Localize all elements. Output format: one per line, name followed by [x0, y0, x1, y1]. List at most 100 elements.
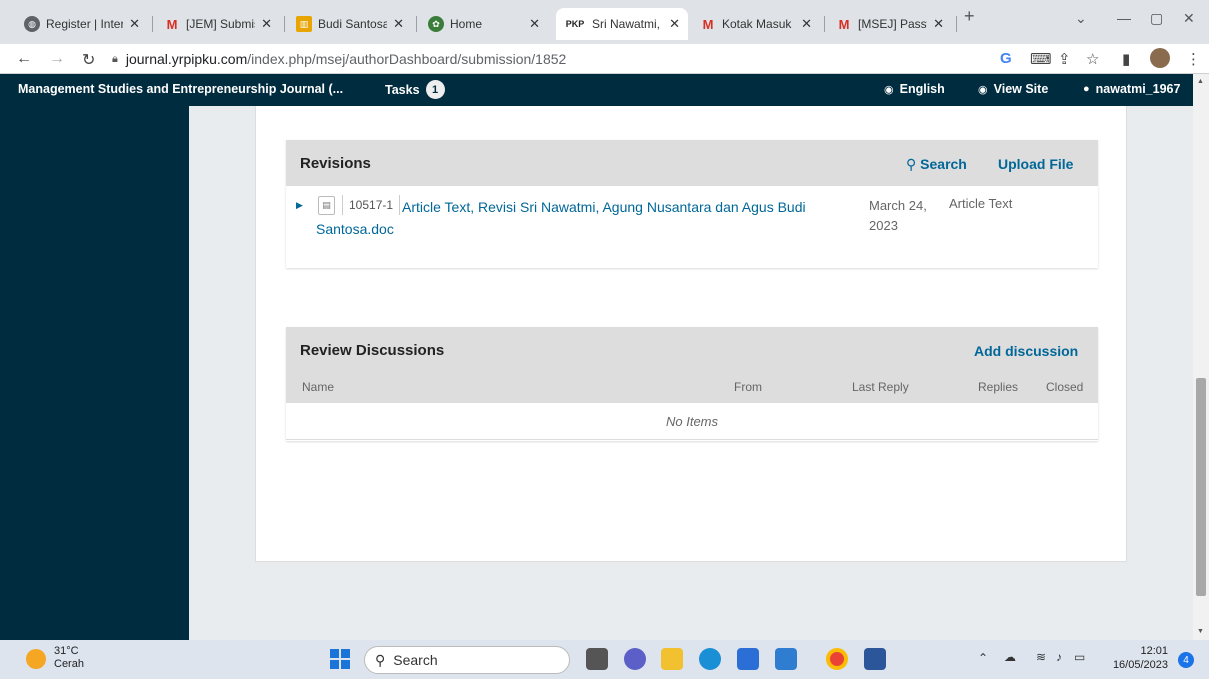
- weather-sun-icon[interactable]: [26, 649, 46, 669]
- doc-file-icon: ▤: [318, 196, 335, 215]
- user-icon: ●: [1083, 83, 1090, 95]
- language-menu[interactable]: ◉ English: [884, 82, 945, 96]
- gmail-icon: M: [702, 16, 714, 32]
- globe-icon: ◍: [24, 16, 40, 32]
- file-type: Article Text: [949, 196, 1013, 211]
- back-icon[interactable]: ←: [16, 50, 32, 68]
- browser-tab[interactable]: M [MSEJ] Passwo ✕: [828, 8, 952, 40]
- file-explorer-icon[interactable]: [661, 648, 683, 670]
- gmail-icon: M: [838, 16, 850, 32]
- app-header: Management Studies and Entrepreneurship …: [0, 74, 1193, 106]
- file-row: ▶ Article Text, Revisi Sri Nawatmi, Agun…: [286, 186, 1098, 268]
- translate-icon[interactable]: ⌨: [1030, 50, 1052, 68]
- column-header-from: From: [734, 380, 762, 394]
- app-icon[interactable]: [775, 648, 797, 670]
- close-tab-icon[interactable]: ✕: [801, 16, 812, 32]
- sidebar: [0, 106, 189, 640]
- column-header-name: Name: [302, 380, 335, 394]
- tasks-menu[interactable]: Tasks 1: [385, 80, 445, 99]
- tasks-count-badge: 1: [425, 80, 445, 99]
- column-header-row: Name From Last Reply Replies Closed: [286, 373, 1098, 403]
- google-icon[interactable]: G: [1000, 50, 1012, 67]
- review-discussions-title: Review Discussions: [300, 342, 445, 359]
- user-menu[interactable]: ● nawatmi_1967: [1083, 82, 1180, 96]
- url-input[interactable]: 🔒︎ journal.yrpipku.com/index.php/msej/au…: [112, 48, 972, 70]
- add-discussion-button[interactable]: Add discussion: [974, 343, 1078, 359]
- close-window-icon[interactable]: ✕: [1183, 10, 1195, 27]
- revisions-grid: Revisions ⚲ Search Upload File ▶ Article…: [286, 140, 1098, 268]
- tasks-label: Tasks: [385, 82, 420, 97]
- store-icon[interactable]: [737, 648, 759, 670]
- browser-tab[interactable]: ✿ Home ✕: [420, 8, 548, 40]
- task-view-icon[interactable]: [586, 648, 608, 670]
- journal-title[interactable]: Management Studies and Entrepreneurship …: [18, 82, 343, 96]
- book-icon: ▥: [296, 16, 312, 32]
- volume-icon[interactable]: ♪: [1056, 650, 1062, 664]
- upload-file-button[interactable]: Upload File: [998, 156, 1073, 172]
- scroll-down-icon[interactable]: ▼: [1197, 628, 1204, 635]
- windows-start-icon[interactable]: [330, 649, 350, 669]
- close-tab-icon[interactable]: ✕: [669, 16, 680, 32]
- gmail-icon: M: [166, 16, 178, 32]
- file-id: 10517-1: [342, 195, 401, 215]
- page-scrollbar[interactable]: ▲ ▼: [1193, 74, 1209, 640]
- browser-tab[interactable]: M Kotak Masuk ( ✕: [692, 8, 820, 40]
- tab-search-icon[interactable]: ⌄: [1075, 10, 1087, 27]
- bookmark-star-icon[interactable]: ☆: [1086, 50, 1099, 68]
- search-icon: ⚲: [906, 156, 921, 172]
- share-icon[interactable]: ⇪: [1058, 50, 1071, 68]
- browser-tab[interactable]: ▥ Budi Santosa ✕: [288, 8, 412, 40]
- pkp-icon: PKP: [565, 19, 585, 29]
- empty-message: No Items: [286, 403, 1098, 440]
- close-tab-icon[interactable]: ✕: [529, 16, 540, 32]
- globe-icon: ◉: [884, 83, 894, 96]
- edge-icon[interactable]: [699, 648, 721, 670]
- expand-row-icon[interactable]: ▶: [296, 200, 303, 211]
- wifi-icon[interactable]: ≋: [1036, 650, 1046, 664]
- scrollbar-thumb[interactable]: [1196, 378, 1206, 596]
- chrome-icon[interactable]: [826, 648, 848, 670]
- battery-icon[interactable]: ▭: [1074, 650, 1085, 664]
- reload-icon[interactable]: ↻: [82, 50, 95, 70]
- close-tab-icon[interactable]: ✕: [129, 16, 140, 32]
- tab-separator: [824, 16, 825, 32]
- notification-badge[interactable]: 4: [1178, 652, 1194, 668]
- tray-chevron-icon[interactable]: ⌃: [978, 651, 988, 665]
- close-tab-icon[interactable]: ✕: [933, 16, 944, 32]
- revisions-title: Revisions: [300, 155, 371, 172]
- search-button[interactable]: ⚲ Search: [906, 156, 967, 173]
- side-panel-icon[interactable]: ▮: [1122, 50, 1130, 68]
- close-tab-icon[interactable]: ✕: [393, 16, 404, 32]
- minimize-icon[interactable]: —: [1117, 10, 1131, 26]
- tab-separator: [416, 16, 417, 32]
- search-icon: ⚲: [375, 651, 386, 668]
- view-site-link[interactable]: ◉ View Site: [978, 82, 1048, 96]
- browser-tab-strip: ◍ Register | Inter ✕ M [JEM] Submissi ✕ …: [0, 0, 1209, 44]
- browser-tab[interactable]: M [JEM] Submissi ✕: [156, 8, 280, 40]
- weather-widget[interactable]: 31°C Cerah: [54, 645, 84, 671]
- lock-icon: 🔒︎: [112, 52, 118, 65]
- forward-icon[interactable]: →: [49, 50, 65, 68]
- browser-tab[interactable]: ◍ Register | Inter ✕: [16, 8, 148, 40]
- close-tab-icon[interactable]: ✕: [261, 16, 272, 32]
- new-tab-button[interactable]: +: [964, 6, 975, 27]
- word-icon[interactable]: [864, 648, 886, 670]
- clock[interactable]: 12:01 16/05/2023: [1112, 644, 1168, 672]
- menu-kebab-icon[interactable]: ⋮: [1186, 50, 1201, 68]
- taskbar-search[interactable]: ⚲ Search: [364, 646, 570, 674]
- restore-icon[interactable]: ▢: [1150, 10, 1163, 27]
- address-bar-row: ← → ↻ 🔒︎ journal.yrpipku.com/index.php/m…: [0, 44, 1209, 74]
- column-header-closed: Closed: [1046, 380, 1084, 394]
- profile-avatar-icon[interactable]: [1150, 48, 1170, 68]
- logo-icon: ✿: [428, 16, 444, 32]
- review-discussions-header: Review Discussions Add discussion: [286, 327, 1098, 373]
- file-date: March 24, 2023: [869, 198, 927, 233]
- tray-app-icon[interactable]: ☁: [1004, 650, 1016, 664]
- column-header-last-reply: Last Reply: [852, 380, 909, 394]
- browser-tab-active[interactable]: PKP Sri Nawatmi, I ✕: [556, 8, 688, 40]
- revisions-header: Revisions ⚲ Search Upload File: [286, 140, 1098, 186]
- scroll-up-icon[interactable]: ▲: [1197, 78, 1204, 85]
- windows-taskbar: 31°C Cerah ⚲ Search ⌃ ☁ ≋ ♪ ▭ 12:01 16/0…: [0, 640, 1209, 679]
- submission-panel: Revisions ⚲ Search Upload File ▶ Article…: [255, 106, 1127, 562]
- teams-chat-icon[interactable]: [624, 648, 646, 670]
